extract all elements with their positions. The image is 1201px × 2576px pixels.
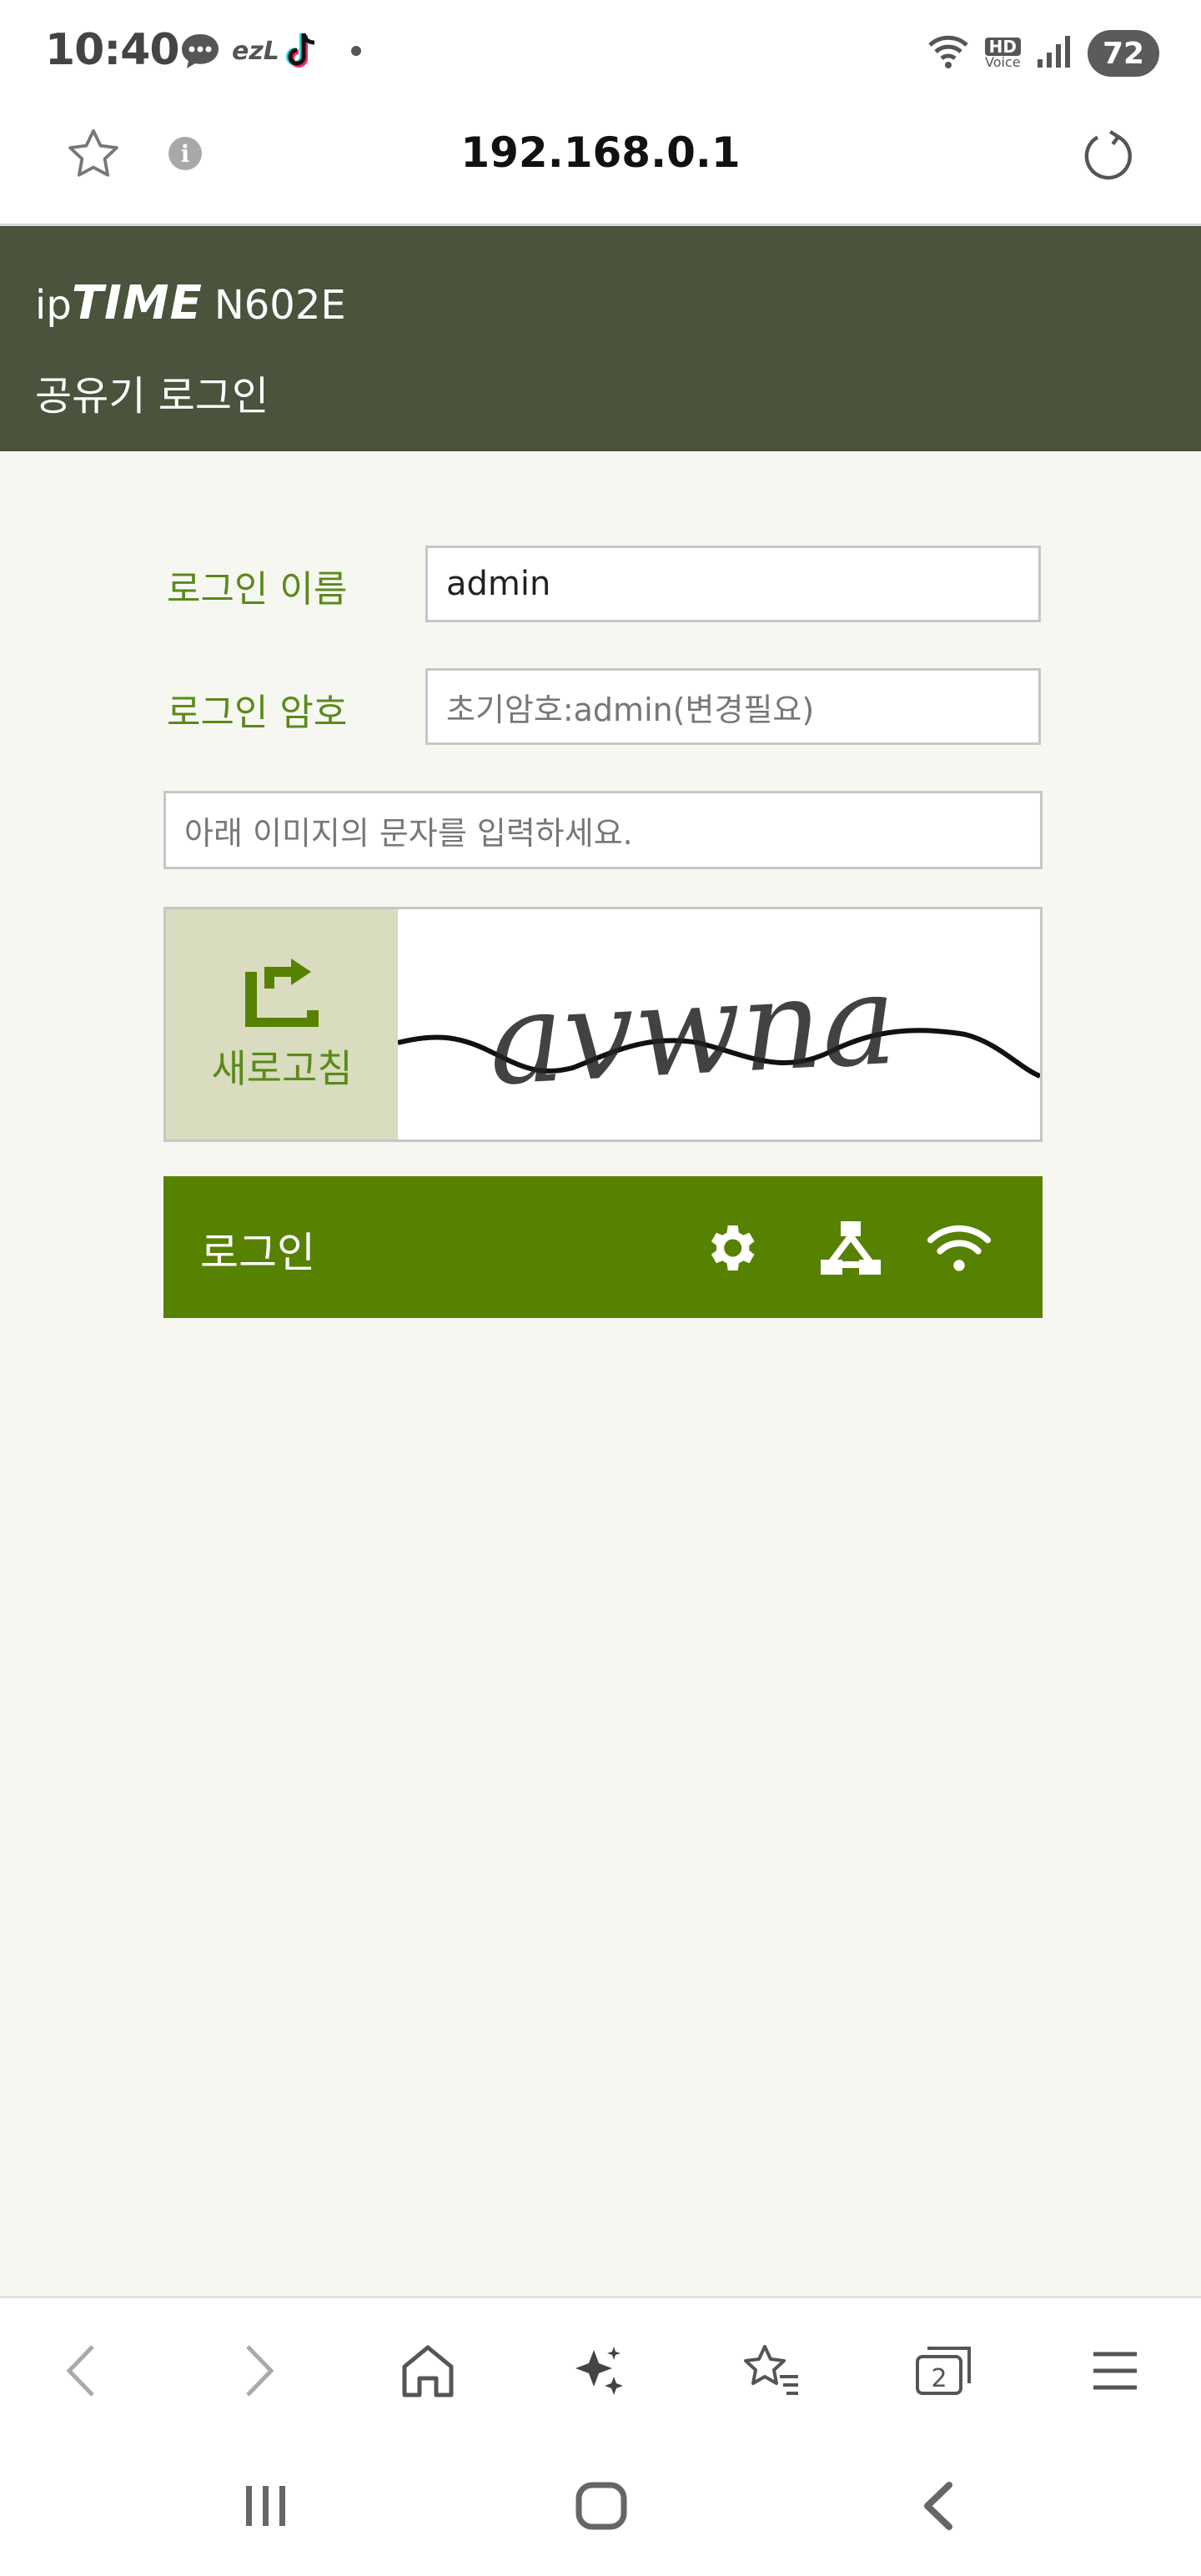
password-input[interactable]: 초기암호:admin(변경필요): [425, 668, 1041, 745]
captcha-box: 새로고침 avwna: [163, 907, 1043, 1142]
system-nav-bar: [0, 2438, 1201, 2576]
hd-voice-icon: HD Voice: [984, 37, 1021, 70]
network-icon[interactable]: [817, 1218, 884, 1278]
message-icon: [178, 30, 222, 72]
back-icon[interactable]: [45, 2333, 120, 2408]
recent-apps-icon[interactable]: [229, 2473, 304, 2539]
refresh-captcha-button[interactable]: 새로고침: [166, 909, 398, 1140]
status-icons: HD Voice 72: [927, 28, 1159, 78]
router-model: N602E: [214, 282, 346, 329]
username-label: 로그인 이름: [167, 568, 348, 611]
router-header: ip TIME N602E 공유기 로그인: [0, 226, 1201, 451]
captcha-text: avwna: [485, 948, 900, 1114]
battery-indicator: 72: [1088, 30, 1159, 77]
wifi-status-icon: [927, 33, 970, 73]
browser-bottom-nav: 2: [0, 2296, 1201, 2440]
ezl-icon: ezL: [232, 36, 279, 66]
tabs-icon[interactable]: 2: [906, 2333, 981, 2408]
bookmarks-icon[interactable]: [734, 2333, 809, 2408]
home-button-icon[interactable]: [564, 2473, 639, 2539]
refresh-label: 새로고침: [211, 1046, 353, 1091]
username-input[interactable]: admin: [425, 546, 1041, 622]
url-address[interactable]: 192.168.0.1: [0, 128, 1201, 177]
status-bar: 10:40 ezL HD Voice 72: [0, 0, 1201, 100]
home-icon[interactable]: [390, 2333, 465, 2408]
captcha-image: avwna: [397, 909, 1042, 1140]
refresh-icon: [244, 955, 319, 1030]
tiktok-icon: [284, 30, 322, 72]
brand-logo: ip TIME N602E: [35, 276, 346, 330]
login-bar: 로그인: [163, 1176, 1043, 1318]
browser-toolbar: i 192.168.0.1: [0, 100, 1201, 226]
brand-time: TIME: [71, 276, 203, 330]
menu-icon[interactable]: [1078, 2333, 1153, 2408]
login-button[interactable]: 로그인: [200, 1220, 315, 1280]
more-notifications-icon: [350, 30, 362, 72]
gear-icon[interactable]: [697, 1218, 764, 1278]
signal-icon: [1036, 34, 1073, 73]
reload-icon[interactable]: [1076, 125, 1139, 192]
captcha-input[interactable]: 아래 이미지의 문자를 입력하세요.: [163, 791, 1043, 869]
tabs-count: 2: [931, 2364, 947, 2393]
clock: 10:40: [45, 25, 180, 75]
password-label: 로그인 암호: [167, 692, 348, 734]
brand-ip: ip: [35, 282, 72, 329]
sparkle-icon[interactable]: [562, 2333, 637, 2408]
forward-icon[interactable]: [220, 2333, 295, 2408]
page-title: 공유기 로그인: [35, 373, 269, 420]
system-back-icon[interactable]: [901, 2473, 976, 2539]
wifi-icon[interactable]: [926, 1218, 992, 1278]
